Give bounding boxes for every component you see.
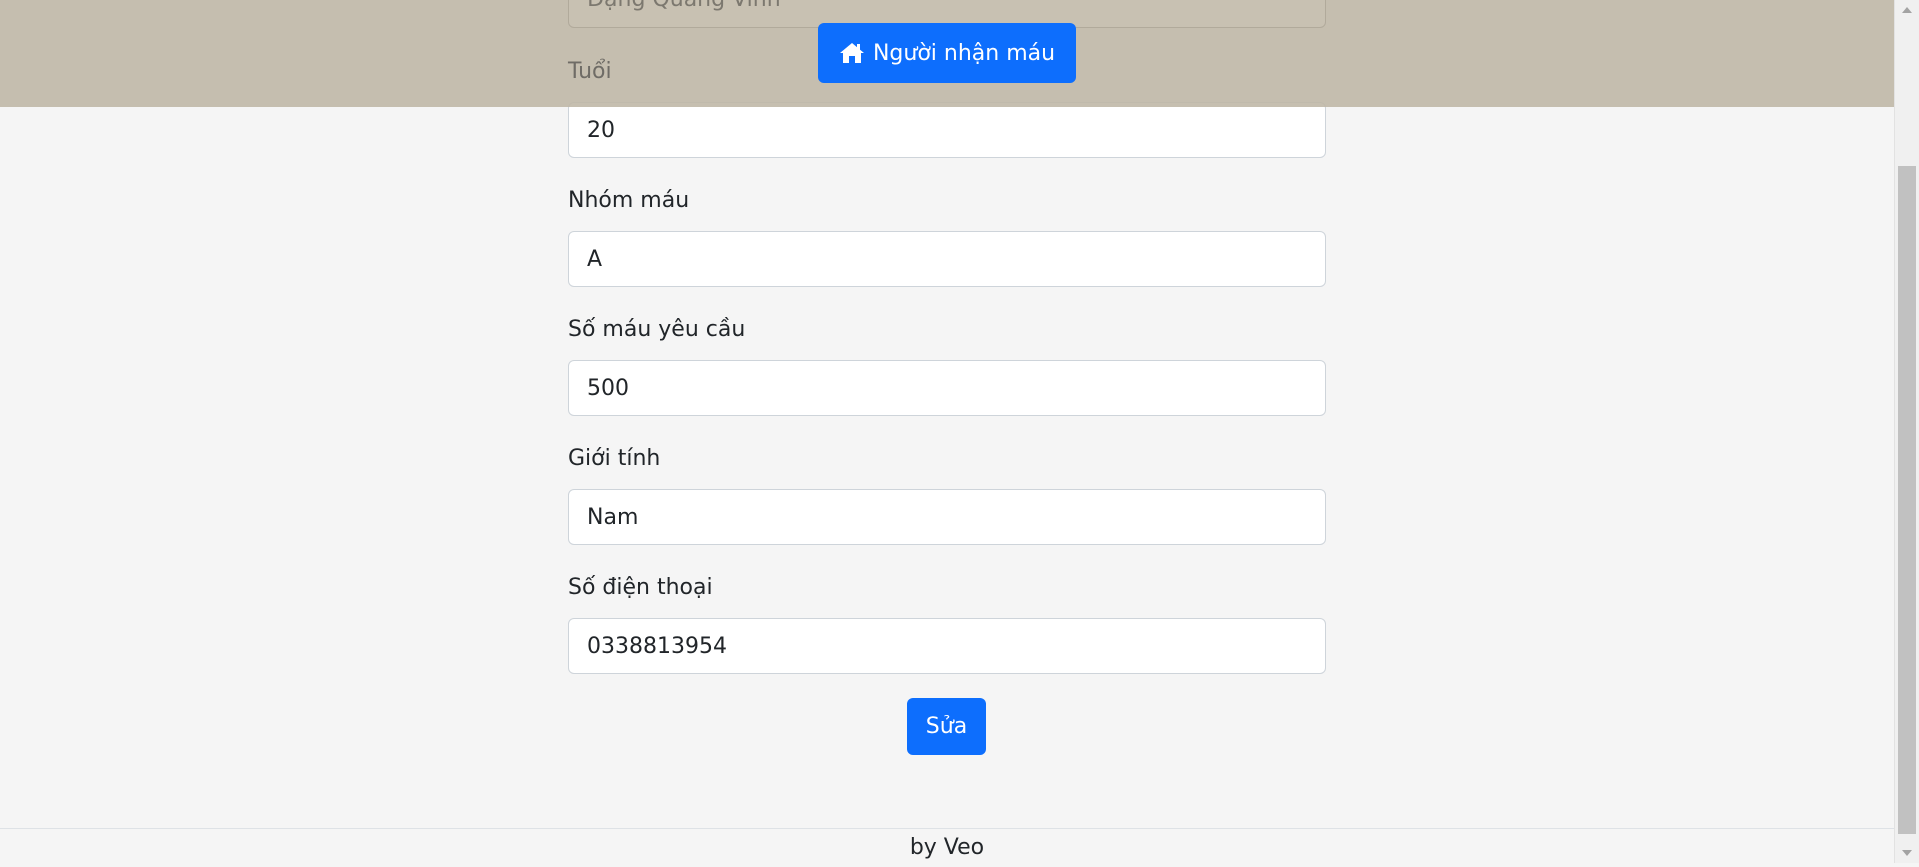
home-icon: [839, 42, 865, 64]
phone-input[interactable]: [568, 618, 1326, 674]
requested-amount-input[interactable]: [568, 360, 1326, 416]
gender-label: Giới tính: [568, 446, 661, 471]
footer-text: by Veo: [909, 835, 985, 860]
scroll-thumb[interactable]: [1898, 166, 1916, 834]
phone-label: Số điện thoại: [568, 575, 713, 600]
page: Nhóm máu Số máu yêu cầu Giới tính Số điệ…: [0, 0, 1894, 863]
blood-recipient-home-button[interactable]: Người nhận máu: [818, 23, 1076, 83]
scroll-down-arrow-icon[interactable]: [1902, 850, 1912, 856]
top-header: Đặng Quang Vinh Tuổi Người nhận máu: [0, 0, 1894, 107]
age-label: Tuổi: [568, 59, 612, 84]
gender-input[interactable]: [568, 489, 1326, 545]
blood-group-label: Nhóm máu: [568, 188, 690, 213]
vertical-scrollbar[interactable]: [1894, 0, 1919, 863]
blood-group-input[interactable]: [568, 231, 1326, 287]
footer: by Veo: [0, 828, 1894, 863]
edit-submit-button[interactable]: Sửa: [907, 698, 986, 755]
age-input[interactable]: [568, 102, 1326, 158]
scroll-up-arrow-icon[interactable]: [1902, 7, 1912, 13]
home-button-label: Người nhận máu: [872, 40, 1056, 66]
requested-amount-label: Số máu yêu cầu: [568, 317, 746, 342]
